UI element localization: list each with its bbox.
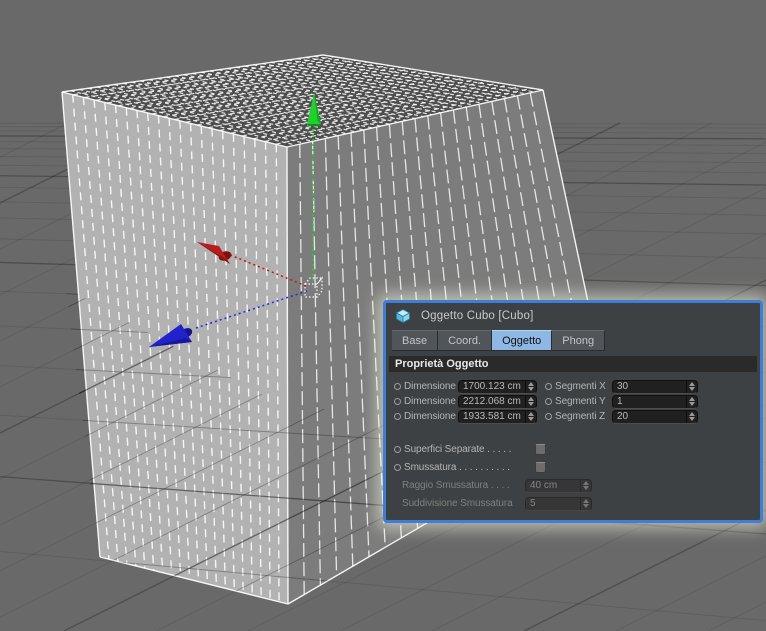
param-label: Dimensione . X <box>404 381 458 392</box>
anim-dot[interactable] <box>394 464 401 471</box>
param-label: Segmenti X <box>555 381 606 392</box>
param-label: Superfici Separate . . . . . <box>404 444 512 455</box>
section-header: Proprietà Oggetto <box>389 356 757 372</box>
param-label: Segmenti Y <box>555 396 606 407</box>
param-row: Dimensione . X 1700.123 cm Segmenti X 30 <box>386 379 698 394</box>
fillet-radius-field: 40 cm <box>525 478 592 493</box>
param-label: Raggio Smussatura . . . . <box>402 480 510 491</box>
segments-z-field[interactable]: 20 <box>612 409 698 424</box>
anim-dot[interactable] <box>545 383 552 390</box>
viewport-stage: Oggetto Cubo [Cubo] Base Coord. Oggetto … <box>0 0 766 631</box>
stepper-arrows[interactable] <box>686 380 697 393</box>
param-label: Segmenti Z <box>555 411 606 422</box>
anim-dot[interactable] <box>394 398 401 405</box>
tab-bar: Base Coord. Oggetto Phong <box>392 330 760 351</box>
param-row: Dimensione . Z 1933.581 cm Segmenti Z 20 <box>386 409 698 424</box>
panel-titlebar: Oggetto Cubo [Cubo] <box>386 303 760 329</box>
param-label: Dimensione . Z <box>404 411 458 422</box>
panel-title: Oggetto Cubo [Cubo] <box>421 310 534 322</box>
dimension-z-field[interactable]: 1933.581 cm <box>458 409 537 424</box>
param-row: Smussatura . . . . . . . . . . <box>386 460 546 475</box>
stepper-arrows[interactable] <box>686 410 697 423</box>
param-label: Suddivisione Smussatura <box>402 498 513 509</box>
attribute-manager-panel: Oggetto Cubo [Cubo] Base Coord. Oggetto … <box>383 300 763 523</box>
separate-surfaces-checkbox[interactable] <box>535 444 546 455</box>
stepper-arrows[interactable] <box>525 380 536 393</box>
tab-oggetto[interactable]: Oggetto <box>492 330 553 351</box>
anim-dot[interactable] <box>545 398 552 405</box>
dimension-y-field[interactable]: 2212.068 cm <box>458 394 537 409</box>
stepper-arrows[interactable] <box>686 395 697 408</box>
anim-dot[interactable] <box>394 383 401 390</box>
segments-x-field[interactable]: 30 <box>612 379 698 394</box>
param-row: Superfici Separate . . . . . <box>386 442 546 457</box>
segments-y-field[interactable]: 1 <box>612 394 698 409</box>
stepper-arrows <box>580 497 591 510</box>
param-row: Dimensione . Y 2212.068 cm Segmenti Y 1 <box>386 394 698 409</box>
param-label: Smussatura . . . . . . . . . . <box>404 462 510 473</box>
stepper-arrows <box>580 479 591 492</box>
anim-dot[interactable] <box>545 413 552 420</box>
stepper-arrows[interactable] <box>525 395 536 408</box>
param-row: Raggio Smussatura . . . . 40 cm <box>386 478 592 493</box>
fillet-subdivision-field: 5 <box>525 496 592 511</box>
dimension-x-field[interactable]: 1700.123 cm <box>458 379 537 394</box>
tab-coord[interactable]: Coord. <box>438 330 493 351</box>
cube-icon <box>395 309 411 324</box>
anim-dot[interactable] <box>394 446 401 453</box>
fillet-checkbox[interactable] <box>535 462 546 473</box>
anim-dot[interactable] <box>394 413 401 420</box>
tab-phong[interactable]: Phong <box>552 330 606 351</box>
tab-base[interactable]: Base <box>392 330 439 351</box>
stepper-arrows[interactable] <box>525 410 536 423</box>
param-row: Suddivisione Smussatura 5 <box>386 496 592 511</box>
param-label: Dimensione . Y <box>404 396 458 407</box>
